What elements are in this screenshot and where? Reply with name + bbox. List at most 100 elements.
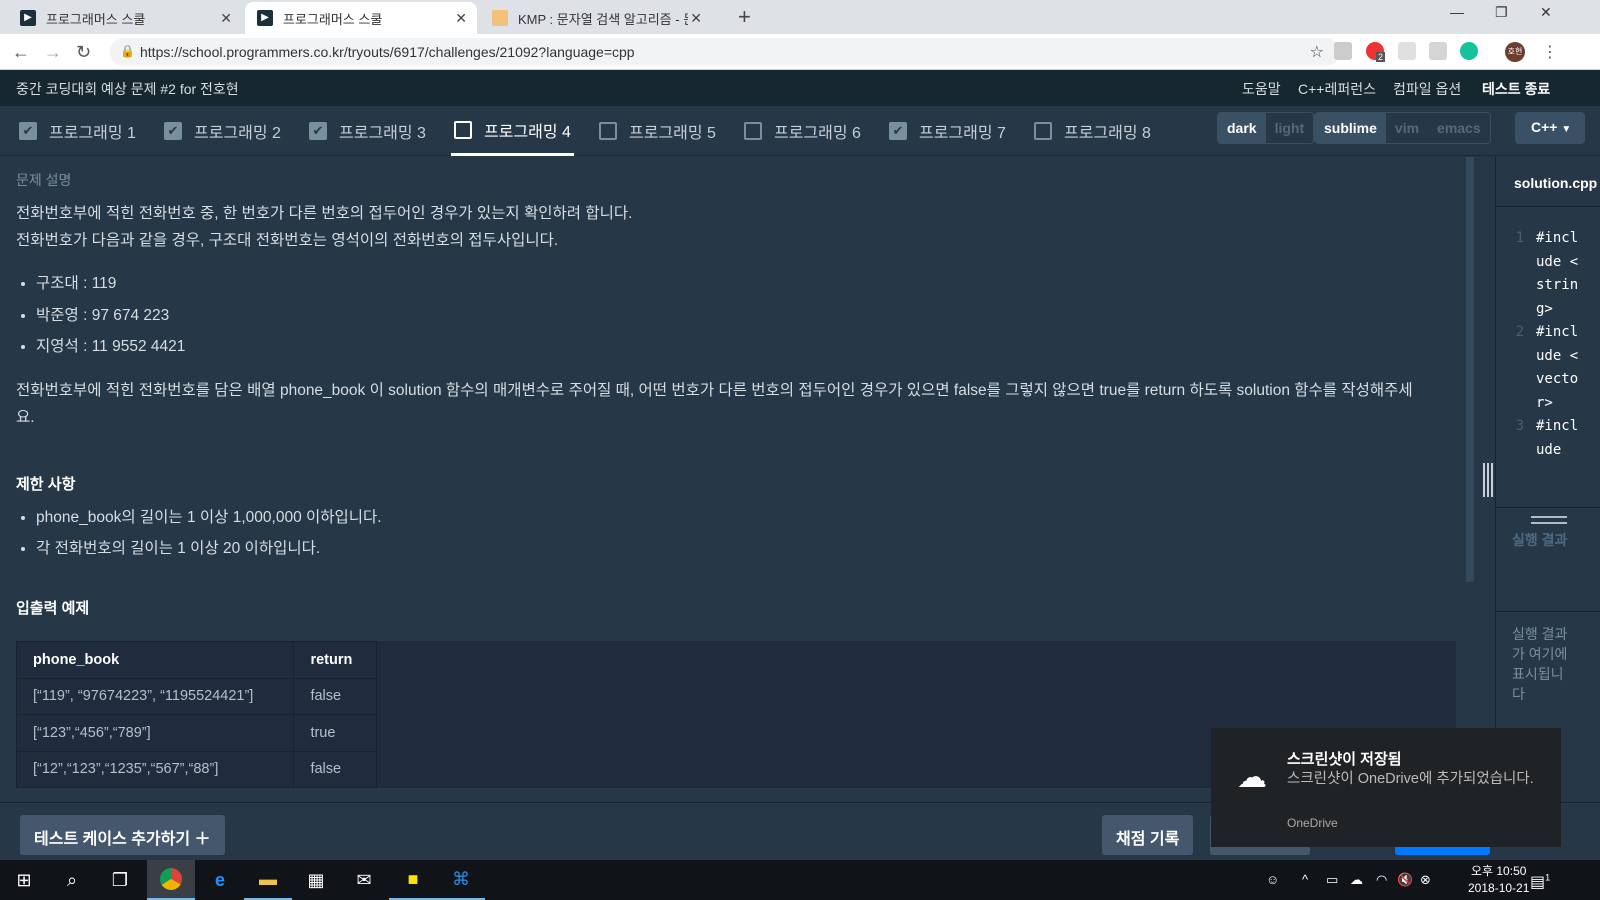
- sticky-notes-icon[interactable]: ■: [389, 860, 437, 900]
- tab-programming-4[interactable]: 프로그래밍 4: [451, 106, 574, 156]
- checkbox-icon: [599, 122, 617, 140]
- close-tab-icon[interactable]: ✕: [220, 10, 232, 27]
- constraints-heading: 제한 사항: [16, 475, 76, 493]
- description-scrollbar[interactable]: [1466, 157, 1474, 582]
- grammarly-icon[interactable]: [1460, 42, 1478, 60]
- tab-programming-1[interactable]: ✔ 프로그래밍 1: [19, 106, 136, 156]
- caret-down-icon: ▼: [1561, 124, 1572, 135]
- profile-avatar[interactable]: 호현: [1505, 42, 1525, 62]
- theme-dark-button[interactable]: dark: [1218, 113, 1266, 143]
- language-select[interactable]: C++ ▼: [1515, 112, 1585, 144]
- start-icon[interactable]: ⊞: [0, 860, 48, 900]
- list-item: phone_book의 길이는 1 이상 1,000,000 이하입니다.: [36, 502, 1444, 534]
- show-hidden-icons[interactable]: ^: [1302, 872, 1308, 887]
- theme-toggle: dark light: [1217, 112, 1315, 144]
- browser-tab-active[interactable]: ▶ 프로그래머스 스쿨 ✕: [245, 2, 477, 34]
- result-header: 실행 결과: [1496, 507, 1600, 612]
- panel-resize-handle[interactable]: [1483, 463, 1493, 497]
- url-text: https://school.programmers.co.kr/tryouts…: [140, 44, 635, 60]
- extension-badge: 2: [1376, 52, 1386, 62]
- volume-muted-icon[interactable]: 🔇: [1397, 872, 1413, 888]
- add-test-case-button[interactable]: 테스트 케이스 추가하기 ＋: [20, 815, 225, 855]
- list-item: 지영석 : 11 9552 4421: [36, 331, 1444, 363]
- url-input[interactable]: 🔒 https://school.programmers.co.kr/tryout…: [110, 38, 1340, 66]
- cpp-reference-link[interactable]: C++레퍼런스: [1298, 79, 1376, 99]
- code-text: #include: [1536, 418, 1579, 458]
- close-window-icon[interactable]: ✕: [1540, 4, 1552, 21]
- compile-options-link[interactable]: 컴파일 옵션: [1393, 79, 1461, 99]
- onedrive-notification[interactable]: ☁ 스크린샷이 저장됨 스크린샷이 OneDrive에 추가되었습니다. One…: [1211, 728, 1561, 847]
- extension-icon[interactable]: [1334, 42, 1352, 60]
- clock[interactable]: 오후 10:50 2018-10-21: [1468, 863, 1529, 897]
- task-view-icon[interactable]: ❐: [96, 860, 144, 900]
- cell: [“119”, “97674223”, “1195524421”]: [15, 677, 295, 715]
- result-placeholder: 실행 결과가 여기에 표시됩니다: [1512, 626, 1568, 702]
- extension-icon[interactable]: [1429, 42, 1447, 60]
- bookmark-star-icon[interactable]: ☆: [1310, 42, 1324, 62]
- browser-tab[interactable]: KMP : 문자열 검색 알고리즘 - 문 ✕: [480, 2, 712, 34]
- keymap-toggle: sublime vim emacs: [1314, 112, 1491, 144]
- mail-icon[interactable]: ✉: [340, 860, 388, 900]
- result-label: 실행 결과: [1512, 532, 1568, 548]
- new-tab-icon[interactable]: +: [738, 4, 751, 30]
- list-item: 박준영 : 97 674 223: [36, 300, 1444, 332]
- table-header-row: phone_book return: [15, 641, 1457, 679]
- adblock-icon[interactable]: 2: [1366, 42, 1386, 62]
- notification-body: 스크린샷이 OneDrive에 추가되었습니다.: [1287, 771, 1534, 787]
- cell: [“123”,“456”,“789”]: [15, 714, 295, 752]
- help-link[interactable]: 도움말: [1242, 79, 1281, 99]
- close-tab-icon[interactable]: ✕: [690, 10, 702, 27]
- theme-light-button[interactable]: light: [1265, 113, 1314, 143]
- checkbox-checked-icon: ✔: [164, 122, 182, 140]
- tab-label: 프로그래밍 2: [194, 125, 281, 142]
- vscode-icon[interactable]: ⌘: [437, 860, 485, 900]
- chrome-icon[interactable]: [147, 860, 195, 900]
- file-explorer-icon[interactable]: ▬: [244, 860, 292, 900]
- keymap-emacs-button[interactable]: emacs: [1428, 113, 1490, 143]
- people-icon[interactable]: ☺: [1266, 872, 1279, 887]
- code-text: #include <vector>: [1536, 324, 1579, 411]
- action-center-icon[interactable]: ▤1: [1530, 872, 1550, 892]
- tab-programming-8[interactable]: 프로그래밍 8: [1034, 106, 1151, 156]
- notification-source: OneDrive: [1287, 816, 1338, 830]
- example-list: 구조대 : 119 박준영 : 97 674 223 지영석 : 11 9552…: [36, 268, 1444, 363]
- tab-programming-6[interactable]: 프로그래밍 6: [744, 106, 861, 156]
- search-icon[interactable]: ⌕: [48, 860, 96, 900]
- onedrive-tray-icon[interactable]: ☁: [1350, 872, 1363, 888]
- back-icon[interactable]: ←: [12, 42, 30, 63]
- onedrive-cloud-icon: ☁: [1237, 761, 1267, 794]
- tab-programming-5[interactable]: 프로그래밍 5: [599, 106, 716, 156]
- tab-label: 프로그래밍 5: [629, 125, 716, 142]
- tab-programming-7[interactable]: ✔ 프로그래밍 7: [889, 106, 1006, 156]
- wifi-icon[interactable]: ◠: [1376, 872, 1387, 888]
- code-text: #include <string>: [1536, 230, 1579, 317]
- forward-icon[interactable]: →: [44, 42, 62, 63]
- description-text: 전화번호부에 적힌 전화번호 중, 한 번호가 다른 번호의 접두어인 경우가 …: [16, 205, 633, 222]
- tab-programming-3[interactable]: ✔ 프로그래밍 3: [309, 106, 426, 156]
- browser-menu-icon[interactable]: ⋮: [1542, 42, 1558, 62]
- battery-icon[interactable]: ▭: [1326, 872, 1338, 888]
- tab-programming-2[interactable]: ✔ 프로그래밍 2: [164, 106, 281, 156]
- extension-icon[interactable]: [1398, 42, 1416, 60]
- keymap-sublime-button[interactable]: sublime: [1315, 113, 1386, 143]
- maximize-icon[interactable]: ❐: [1495, 4, 1508, 21]
- error-icon[interactable]: ⊗: [1420, 872, 1431, 888]
- reload-icon[interactable]: ↻: [76, 42, 91, 63]
- store-icon[interactable]: ▦: [292, 860, 340, 900]
- edge-icon[interactable]: e: [196, 860, 244, 900]
- code-editor[interactable]: 1 #include <string> 2 #include <vector> 3 #…: [1496, 207, 1600, 507]
- browser-tab-bar: ▶ 프로그래머스 스쿨 ✕ ▶ 프로그래머스 스쿨 ✕ KMP : 문자열 검색 알고리…: [0, 0, 1600, 34]
- end-test-link[interactable]: 테스트 종료: [1482, 79, 1550, 99]
- checkbox-icon: [744, 122, 762, 140]
- notification-title: 스크린샷이 저장됨: [1287, 751, 1402, 768]
- test-title: 중간 코딩대회 예상 문제 #2 for 전호현: [16, 81, 239, 97]
- column-header: return: [293, 641, 377, 679]
- browser-tab[interactable]: ▶ 프로그래머스 스쿨 ✕: [8, 2, 242, 34]
- grading-history-button[interactable]: 채점 기록: [1102, 815, 1194, 855]
- description-text: 전화번호부에 적힌 전화번호를 담은 배열 phone_book 이 solut…: [16, 381, 1413, 426]
- minimize-icon[interactable]: —: [1450, 4, 1464, 20]
- close-tab-icon[interactable]: ✕: [455, 10, 467, 27]
- keymap-vim-button[interactable]: vim: [1385, 113, 1429, 143]
- resize-grip-icon[interactable]: [1531, 516, 1567, 524]
- tab-label: 프로그래밍 1: [49, 125, 136, 142]
